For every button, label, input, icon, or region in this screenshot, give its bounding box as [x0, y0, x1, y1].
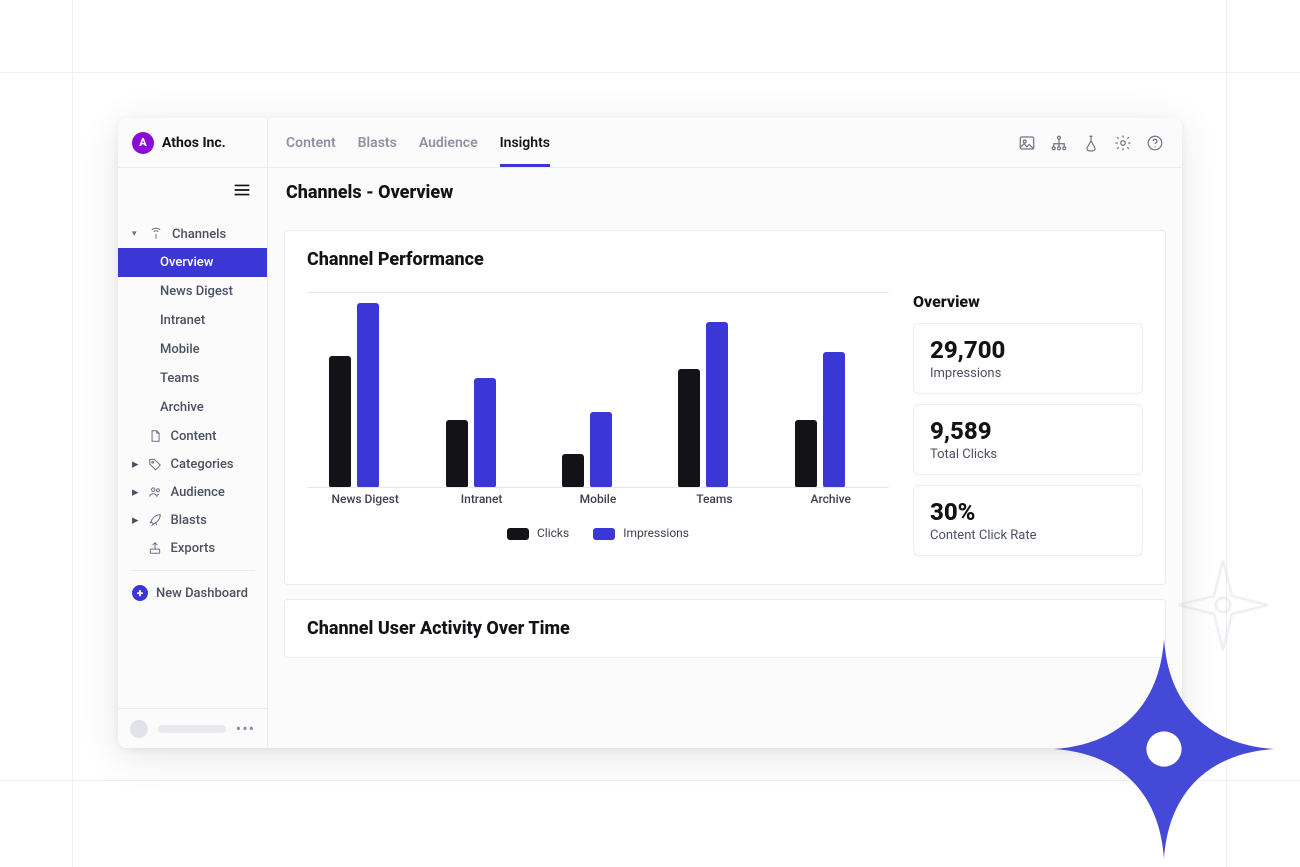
channel-performance-chart: News Digest Intranet Mobile Teams Archive — [307, 292, 889, 512]
export-icon — [147, 540, 163, 556]
tag-icon — [147, 456, 163, 472]
tab-blasts[interactable]: Blasts — [358, 118, 397, 167]
bar-group — [795, 299, 867, 488]
chart-area: News Digest Intranet Mobile Teams Archive Cl… — [307, 292, 889, 566]
bar-clicks — [329, 356, 351, 488]
brand-name: Athos Inc. — [162, 135, 226, 151]
sidebar: ▾ Channels Overview News Digest Intranet… — [118, 216, 268, 748]
channel-performance-card: Channel Performance News Digest Intranet M… — [284, 230, 1166, 585]
bar-clicks — [446, 420, 468, 488]
decoration-star-icon — [1054, 639, 1274, 859]
bar-impressions — [823, 352, 845, 488]
tab-insights[interactable]: Insights — [500, 118, 550, 167]
sidebar-section-channels[interactable]: ▾ Channels — [118, 220, 267, 248]
bar-impressions — [706, 322, 728, 488]
people-icon — [147, 484, 163, 500]
chart-category-label: Intranet — [446, 492, 518, 512]
channel-activity-card: Channel User Activity Over Time — [284, 599, 1166, 658]
sidebar-item-intranet[interactable]: Intranet — [118, 306, 267, 335]
bar-clicks — [795, 420, 817, 488]
overview-stats: Overview 29,700 Impressions 9,589 Total … — [913, 292, 1143, 566]
labs-icon[interactable] — [1082, 134, 1100, 152]
image-icon[interactable] — [1018, 134, 1036, 152]
sidebar-item-news-digest[interactable]: News Digest — [118, 277, 267, 306]
page-title: Channels - Overview — [268, 168, 453, 216]
chart-category-label: Teams — [678, 492, 750, 512]
sidebar-item-overview[interactable]: Overview — [118, 248, 267, 277]
more-icon[interactable]: ••• — [236, 719, 255, 738]
main-content: Channel Performance News Digest Intranet M… — [268, 216, 1182, 748]
bar-clicks — [678, 369, 700, 488]
sidebar-item-mobile[interactable]: Mobile — [118, 335, 267, 364]
bar-impressions — [474, 378, 496, 488]
bar-impressions — [357, 303, 379, 488]
avatar[interactable] — [130, 720, 148, 738]
sidebar-item-teams[interactable]: Teams — [118, 364, 267, 393]
chevron-down-icon: ▾ — [132, 229, 140, 239]
chart-category-label: Mobile — [562, 492, 634, 512]
decoration-diamond-icon — [1178, 560, 1268, 650]
sitemap-icon[interactable] — [1050, 134, 1068, 152]
overview-heading: Overview — [913, 292, 1143, 311]
panel-header: Channels - Overview — [118, 168, 1182, 216]
bar-clicks — [562, 454, 584, 488]
gear-icon[interactable] — [1114, 134, 1132, 152]
new-dashboard-button[interactable]: + New Dashboard — [118, 579, 267, 607]
tab-content[interactable]: Content — [286, 118, 336, 167]
bar-group — [678, 299, 750, 488]
app-window: A Athos Inc. Content Blasts Audience Ins… — [118, 118, 1182, 748]
stat-total-clicks: 9,589 Total Clicks — [913, 404, 1143, 475]
card-title: Channel User Activity Over Time — [307, 618, 1143, 639]
sidebar-section-content[interactable]: ▸ Content — [118, 422, 267, 450]
sidebar-footer: ••• — [118, 708, 267, 748]
stat-impressions: 29,700 Impressions — [913, 323, 1143, 394]
sidebar-section-exports[interactable]: ▸ Exports — [118, 534, 267, 562]
bar-group — [446, 299, 518, 488]
brand[interactable]: A Athos Inc. — [118, 118, 268, 167]
stat-click-rate: 30% Content Click Rate — [913, 485, 1143, 556]
legend-clicks: Clicks — [507, 526, 569, 540]
brand-logo-icon: A — [132, 132, 154, 154]
user-label-placeholder — [158, 725, 226, 733]
bar-group — [329, 299, 401, 488]
chart-category-label: Archive — [795, 492, 867, 512]
topbar: A Athos Inc. Content Blasts Audience Ins… — [118, 118, 1182, 168]
tab-audience[interactable]: Audience — [419, 118, 478, 167]
help-icon[interactable] — [1146, 134, 1164, 152]
sidebar-section-categories[interactable]: ▸ Categories — [118, 450, 267, 478]
sidebar-section-blasts[interactable]: ▸ Blasts — [118, 506, 267, 534]
chevron-right-icon: ▸ — [132, 513, 139, 528]
top-nav: Content Blasts Audience Insights — [268, 118, 1018, 167]
sidebar-section-audience[interactable]: ▸ Audience — [118, 478, 267, 506]
bar-group — [562, 299, 634, 488]
legend-impressions: Impressions — [593, 526, 689, 540]
chart-category-label: News Digest — [329, 492, 401, 512]
file-icon — [147, 428, 163, 444]
menu-toggle-icon[interactable] — [231, 179, 253, 205]
chevron-right-icon: ▸ — [132, 485, 139, 500]
chevron-right-icon: ▸ — [132, 457, 139, 472]
plus-icon: + — [132, 585, 148, 601]
rocket-icon — [147, 512, 163, 528]
topbar-icons — [1018, 118, 1182, 167]
bar-impressions — [590, 412, 612, 488]
card-title: Channel Performance — [307, 249, 1143, 270]
antenna-icon — [148, 226, 164, 242]
chart-legend: Clicks Impressions — [307, 526, 889, 540]
sidebar-item-archive[interactable]: Archive — [118, 393, 267, 422]
